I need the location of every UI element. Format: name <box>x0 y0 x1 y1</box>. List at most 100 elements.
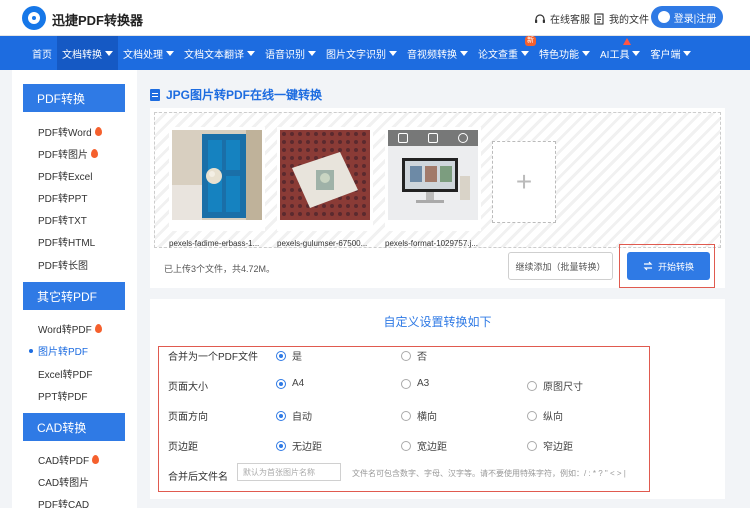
filename-input[interactable]: 默认为首张图片名称 <box>237 463 341 481</box>
nav-doc-convert[interactable]: 文档转换 <box>57 36 118 70</box>
chevron-down-icon <box>521 50 529 56</box>
user-icon <box>657 11 670 23</box>
file-thumbnail[interactable]: pexels-gulumser-67500... <box>277 127 373 248</box>
merge-option-yes[interactable]: 是 <box>276 348 302 363</box>
nav-doc-process[interactable]: 文档处理 <box>118 36 179 70</box>
filename-hint: 文件名可包含数字、字母、汉字等。请不要使用特殊字符，例如：/ : * ? " <… <box>352 469 626 478</box>
radio-icon <box>527 440 537 451</box>
nav-ai-tools-label: AI工具 <box>600 49 630 61</box>
hot-indicator-icon <box>623 38 631 45</box>
nav-av-convert[interactable]: 音视频转换 <box>402 36 473 70</box>
nav-home[interactable]: 首页 <box>27 36 57 70</box>
sidebar-item-label: CAD转图片 <box>38 478 90 489</box>
radio-icon <box>401 410 411 421</box>
sidebar-item-label: PDF转长图 <box>38 261 88 272</box>
nav-plagiarism[interactable]: 论文查重新 <box>473 36 536 70</box>
app-logo[interactable] <box>22 6 46 30</box>
login-register-button[interactable]: 登录|注册 <box>651 6 723 28</box>
margin-option-none[interactable]: 无边距 <box>276 438 322 453</box>
size-option-original[interactable]: 原图尺寸 <box>527 378 583 393</box>
sidebar-section-pdf-convert[interactable]: PDF转换 <box>23 84 125 112</box>
sidebar-section-cad[interactable]: CAD转换 <box>23 413 125 441</box>
expand-icon[interactable] <box>428 133 438 143</box>
option-label: 原图尺寸 <box>543 382 583 393</box>
size-option-a3[interactable]: A3 <box>401 378 429 389</box>
sidebar-item-cad-to-pdf[interactable]: CAD转PDF <box>38 452 100 467</box>
merge-option-no[interactable]: 否 <box>401 348 427 363</box>
option-label: 是 <box>292 352 302 363</box>
margin-option-wide[interactable]: 宽边距 <box>401 438 447 453</box>
radio-icon <box>401 440 411 451</box>
option-label: 横向 <box>417 412 437 423</box>
customer-service-link[interactable]: 在线客服 <box>534 11 590 26</box>
nav-av-convert-label: 音视频转换 <box>407 49 457 61</box>
sidebar-item-ppt-to-pdf[interactable]: PPT转PDF <box>38 388 87 403</box>
option-label: 无边距 <box>292 442 322 453</box>
sidebar-item-pdf-to-txt[interactable]: PDF转TXT <box>38 212 87 227</box>
upload-panel: pexels-fadime-erbass-1... pexels-gulumse… <box>150 108 725 288</box>
page-size-label: 页面大小 <box>168 382 208 393</box>
option-label: A3 <box>417 378 430 389</box>
rotate-icon[interactable] <box>398 133 408 143</box>
sidebar-item-label: CAD转PDF <box>38 456 90 467</box>
settings-panel: 自定义设置转换如下 合并为一个PDF文件 是 否 页面大小 A4 A3 原图尺寸… <box>150 299 725 499</box>
page-title-text: JPG图片转PDF在线一键转换 <box>166 88 323 102</box>
sidebar-item-pdf-to-ppt[interactable]: PDF转PPT <box>38 190 87 205</box>
nav-speech[interactable]: 语音识别 <box>260 36 321 70</box>
nav-ai-tools[interactable]: AI工具 <box>595 36 645 70</box>
option-label: 纵向 <box>543 412 563 423</box>
close-icon[interactable] <box>458 133 468 143</box>
size-option-a4[interactable]: A4 <box>276 378 304 389</box>
sidebar-section-other-to-pdf[interactable]: 其它转PDF <box>23 282 125 310</box>
upload-status: 已上传3个文件，共4.72M。 <box>164 264 276 274</box>
sidebar-item-pdf-to-excel[interactable]: PDF转Excel <box>38 168 92 183</box>
sidebar-item-pdf-to-long-image[interactable]: PDF转长图 <box>38 257 88 272</box>
orientation-option-portrait[interactable]: 纵向 <box>527 408 563 423</box>
file-thumbnail[interactable]: pexels-format-1029757.j... <box>385 127 481 248</box>
sidebar-item-pdf-to-cad[interactable]: PDF转CAD <box>38 496 89 508</box>
continue-add-button[interactable]: 继续添加（批量转换） <box>508 252 613 280</box>
nav-ocr[interactable]: 图片文字识别 <box>321 36 402 70</box>
thumbnail-toolbar <box>388 130 478 146</box>
sidebar-item-cad-to-image[interactable]: CAD转图片 <box>38 474 89 489</box>
headset-icon <box>535 13 545 23</box>
filename-label: 合并后文件名 <box>168 472 228 483</box>
chevron-down-icon <box>582 50 590 56</box>
nav-ocr-label: 图片文字识别 <box>326 49 386 61</box>
page-title: JPG图片转PDF在线一键转换 <box>150 86 322 103</box>
sidebar-item-pdf-to-html[interactable]: PDF转HTML <box>38 234 95 249</box>
orientation-option-auto[interactable]: 自动 <box>276 408 312 423</box>
margin-option-narrow[interactable]: 窄边距 <box>527 438 573 453</box>
file-thumbnail[interactable]: pexels-fadime-erbass-1... <box>169 127 265 248</box>
sidebar-item-excel-to-pdf[interactable]: Excel转PDF <box>38 366 92 381</box>
sidebar-item-word-to-pdf[interactable]: Word转PDF <box>38 321 102 336</box>
margin-label: 页边距 <box>168 442 198 453</box>
nav-features[interactable]: 特色功能 <box>534 36 595 70</box>
sidebar-item-pdf-to-word[interactable]: PDF转Word <box>38 124 102 139</box>
sidebar: PDF转换 PDF转Word PDF转图片 PDF转Excel PDF转PPT … <box>12 70 137 508</box>
my-files-link[interactable]: 我的文件 <box>593 11 649 26</box>
file-name: pexels-format-1029757.j... <box>385 239 478 248</box>
customer-service-label: 在线客服 <box>550 15 590 26</box>
add-file-tile[interactable]: + <box>492 141 556 223</box>
nav-translate[interactable]: 文档文本翻译 <box>179 36 260 70</box>
login-register-label: 登录|注册 <box>673 13 717 25</box>
sidebar-item-label: PDF转PPT <box>38 194 88 205</box>
radio-icon <box>527 410 537 421</box>
image-preview <box>280 130 370 220</box>
sidebar-item-pdf-to-image[interactable]: PDF转图片 <box>38 146 98 161</box>
start-convert-button[interactable]: 开始转换 <box>627 252 710 280</box>
app-name[interactable]: 迅捷PDF转换器 <box>52 10 143 29</box>
file-name: pexels-fadime-erbass-1... <box>169 239 260 248</box>
orientation-option-landscape[interactable]: 横向 <box>401 408 437 423</box>
nav-speech-label: 语音识别 <box>265 49 305 61</box>
sidebar-item-label: 图片转PDF <box>38 347 88 358</box>
sidebar-item-label: PDF转图片 <box>38 150 88 161</box>
sidebar-item-label: PDF转TXT <box>38 216 87 227</box>
file-drop-zone[interactable]: pexels-fadime-erbass-1... pexels-gulumse… <box>154 112 721 248</box>
chevron-down-icon <box>247 50 255 56</box>
nav-client[interactable]: 客户端 <box>645 36 696 70</box>
image-preview <box>388 130 478 220</box>
sidebar-item-image-to-pdf[interactable]: 图片转PDF <box>38 343 88 358</box>
fire-icon <box>92 455 100 464</box>
